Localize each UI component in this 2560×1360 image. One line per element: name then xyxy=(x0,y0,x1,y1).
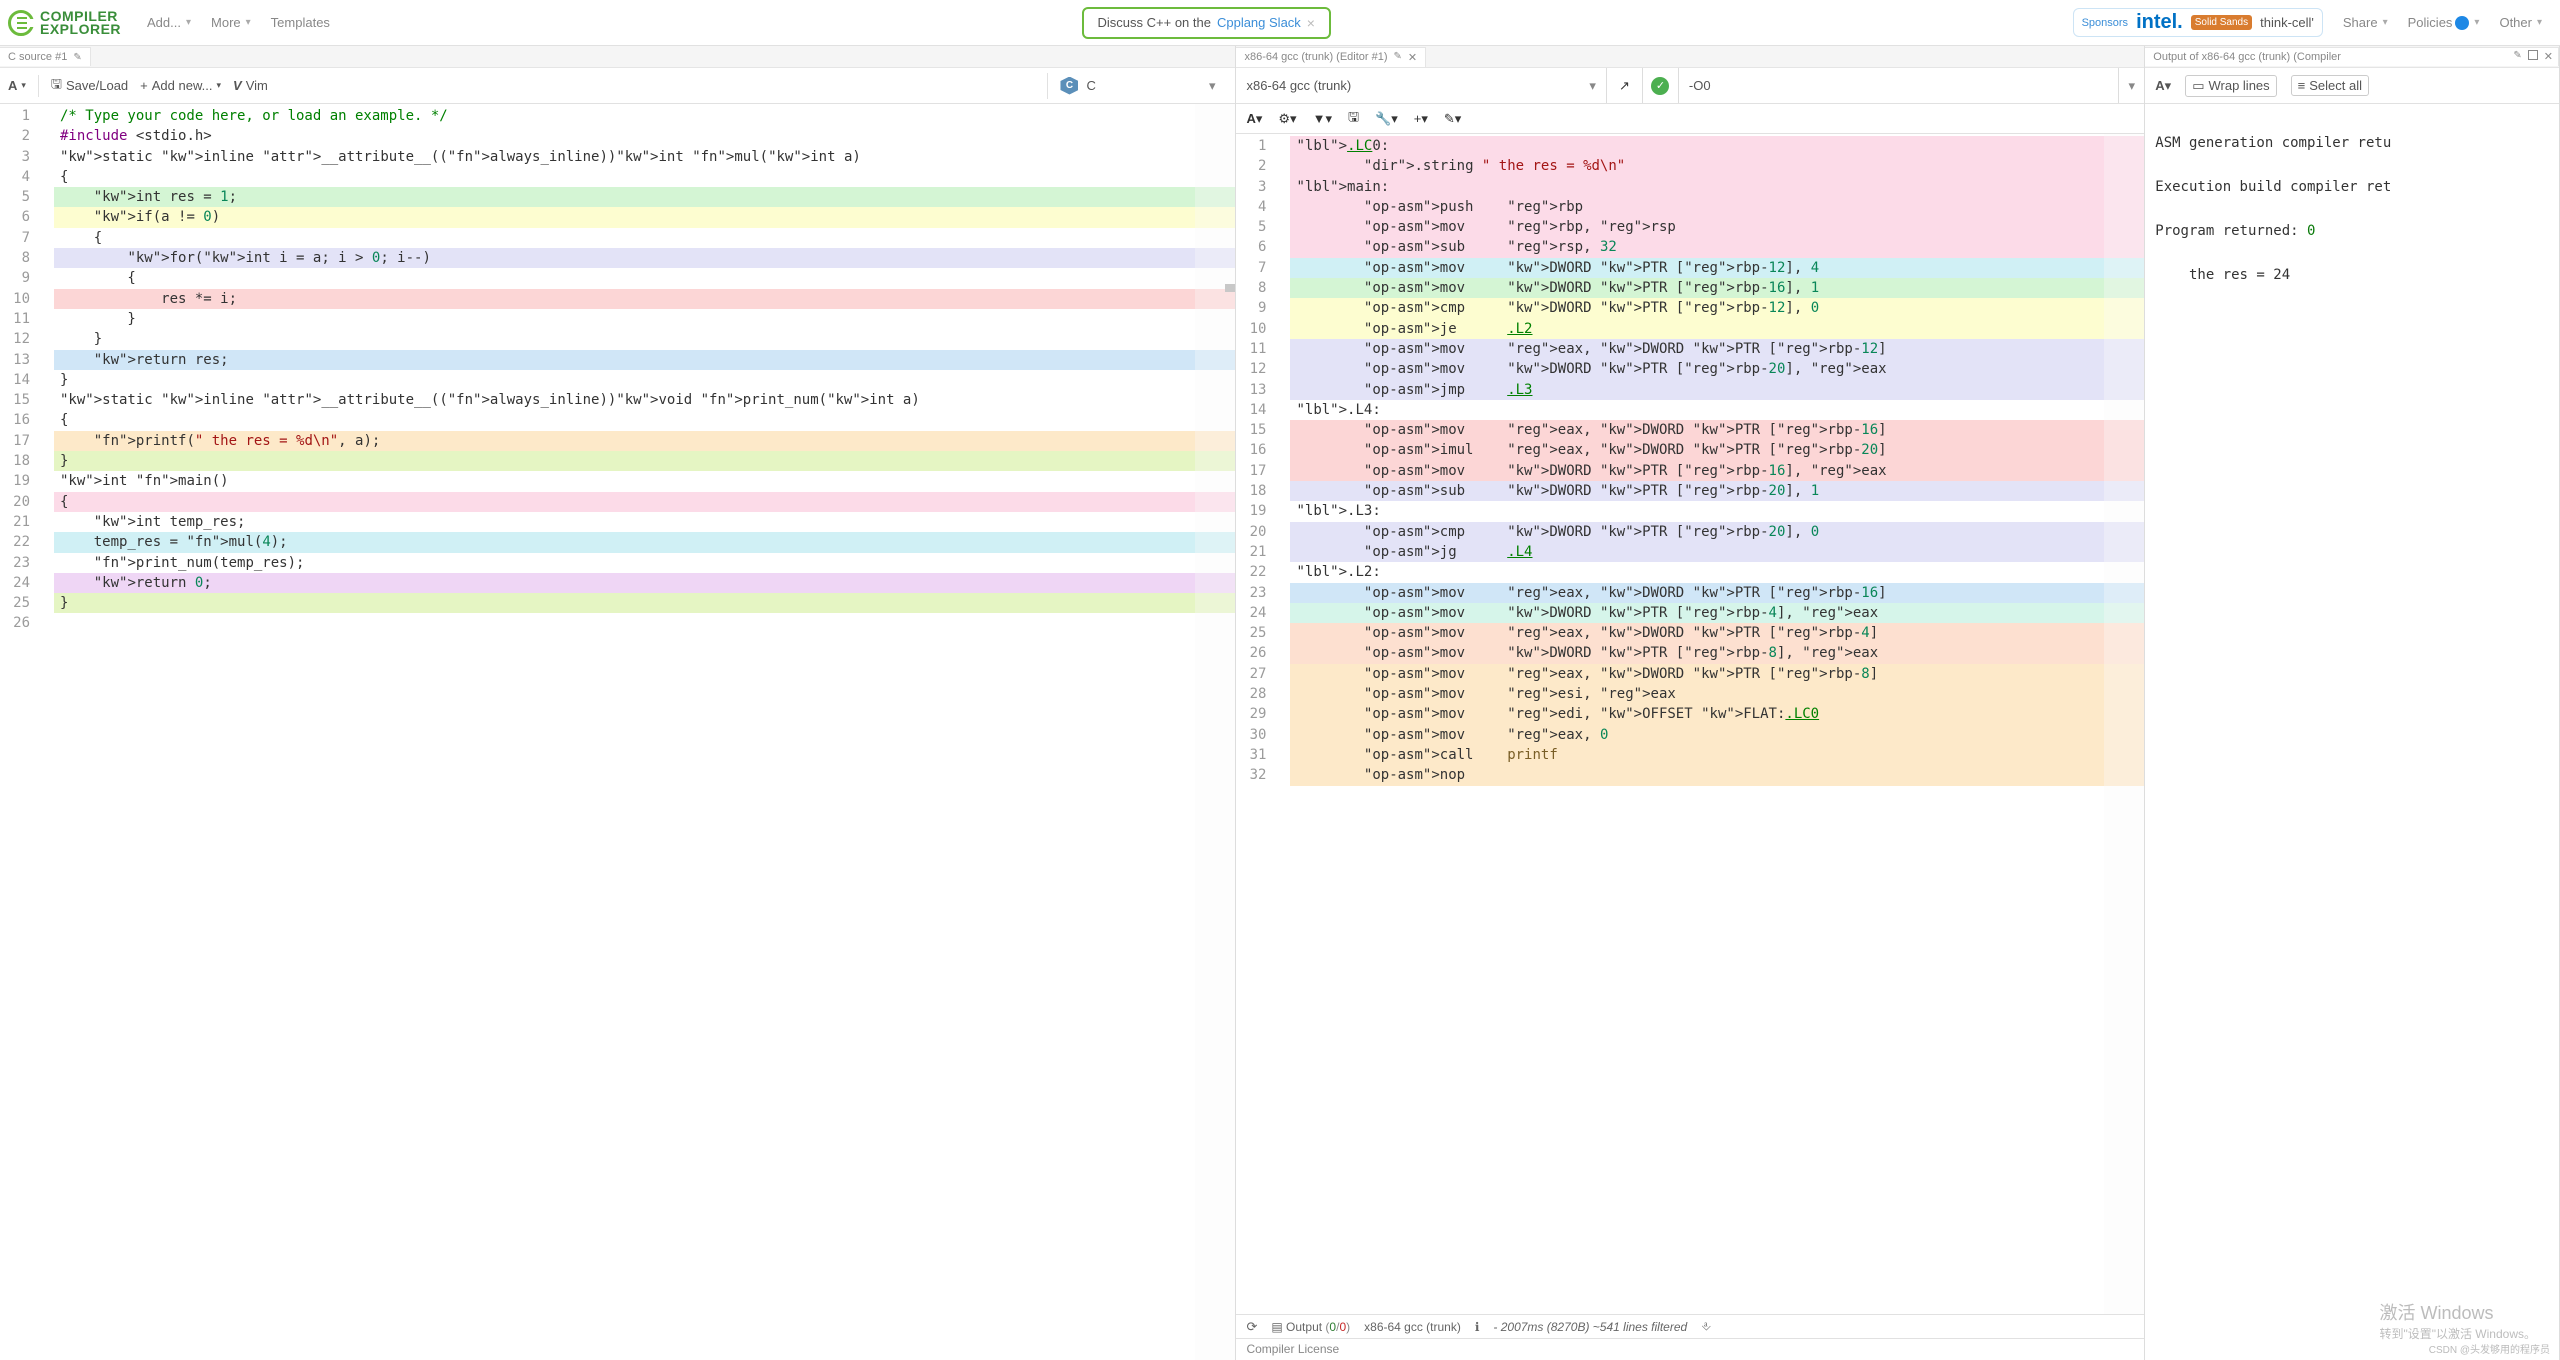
output-line: ASM generation compiler retu xyxy=(2155,132,2549,154)
options-dropdown[interactable]: ▾ xyxy=(2118,68,2144,103)
popout-button[interactable]: ↗ xyxy=(1607,68,1643,103)
sponsor-solidsands: Solid Sands xyxy=(2191,15,2252,30)
logo-text: COMPILEREXPLORER xyxy=(40,10,121,35)
font-button[interactable]: A▾ xyxy=(1246,111,1262,127)
save-icon[interactable]: 🖫 xyxy=(1348,108,1359,130)
wrap-icon: ▭ xyxy=(2192,78,2204,94)
save-load-button[interactable]: 🖫Save/Load xyxy=(51,75,128,97)
nav-more[interactable]: More xyxy=(201,11,261,34)
add-icon[interactable]: +▾ xyxy=(1414,111,1428,127)
logo-icon xyxy=(8,10,34,36)
asm-icon-toolbar: A▾ ⚙▾ ▼▾ 🖫 🔧▾ +▾ ✎▾ xyxy=(1236,104,2144,134)
compile-status: ✓ xyxy=(1643,68,1679,103)
list-icon: ≡ xyxy=(2298,78,2306,93)
edit-icon[interactable]: ✎ xyxy=(73,52,81,63)
asm-code[interactable]: "lbl">.LC0: "dir">.string " the res = %d… xyxy=(1290,134,2144,786)
banner-link[interactable]: Cpplang Slack xyxy=(1217,15,1301,30)
save-icon: 🖫 xyxy=(51,75,62,97)
compiler-options-input[interactable] xyxy=(1679,68,2118,103)
compiler-select[interactable]: x86-64 gcc (trunk) ▾ xyxy=(1236,68,1606,103)
asm-tab-title: x86-64 gcc (trunk) (Editor #1) xyxy=(1244,51,1387,63)
output-tab[interactable]: Output of x86-64 gcc (trunk) (Compiler xyxy=(2145,47,2559,66)
output-button[interactable]: ▤ Output (0/0) xyxy=(1271,1320,1350,1334)
wrap-lines-toggle[interactable]: ▭Wrap lines xyxy=(2185,75,2276,97)
asm-tab[interactable]: x86-64 gcc (trunk) (Editor #1) ✎ ✕ xyxy=(1236,47,1426,67)
output-tab-title: Output of x86-64 gcc (trunk) (Compiler xyxy=(2153,51,2341,63)
csdn-watermark: CSDN @头发够用的程序员 xyxy=(2429,1341,2550,1356)
filter-icon[interactable]: ▼▾ xyxy=(1313,111,1332,127)
asm-tabbar: x86-64 gcc (trunk) (Editor #1) ✎ ✕ xyxy=(1236,46,2144,68)
output-tabbar: Output of x86-64 gcc (trunk) (Compiler ✎… xyxy=(2145,46,2559,68)
close-icon[interactable]: ✕ xyxy=(2544,50,2553,63)
minimap[interactable] xyxy=(2104,134,2144,1314)
asm-editor[interactable]: 1234567891011121314151617181920212223242… xyxy=(1236,134,2144,1314)
language-name: C xyxy=(1086,78,1095,93)
chevron-down-icon: ▾ xyxy=(1209,78,1216,94)
sponsors[interactable]: Sponsors intel. Solid Sands think-cell' xyxy=(2073,8,2323,37)
source-tab[interactable]: C source #1 ✎ xyxy=(0,47,91,66)
banner-close-icon[interactable]: × xyxy=(1307,15,1315,31)
source-toolbar: A▾ 🖫Save/Load +Add new...▾ VVim C C ▾ xyxy=(0,68,1235,104)
compiler-toolbar: x86-64 gcc (trunk) ▾ ↗ ✓ ▾ xyxy=(1236,68,2144,104)
output-line: the res = 24 xyxy=(2155,264,2549,286)
topbar: COMPILEREXPLORER Add... More Templates D… xyxy=(0,0,2560,46)
source-pane: C source #1 ✎ A▾ 🖫Save/Load +Add new...▾… xyxy=(0,46,1236,1360)
sponsors-label: Sponsors xyxy=(2082,17,2128,29)
info-icon[interactable]: ℹ xyxy=(1475,1320,1480,1334)
vim-icon: V xyxy=(233,78,242,93)
edit-icon[interactable]: ✎ xyxy=(1394,51,1402,64)
compiler-name: x86-64 gcc (trunk) xyxy=(1246,78,1351,93)
asm-gutter: 1234567891011121314151617181920212223242… xyxy=(1236,134,1284,786)
nav-templates[interactable]: Templates xyxy=(261,11,340,34)
plus-icon: + xyxy=(140,78,148,93)
source-tab-title: C source #1 xyxy=(8,51,67,63)
source-gutter: 1234567891011121314151617181920212223242… xyxy=(0,104,48,634)
add-new-button[interactable]: +Add new...▾ xyxy=(140,78,221,93)
language-select[interactable]: C C ▾ xyxy=(1047,73,1227,99)
refresh-icon[interactable]: ⟳ xyxy=(1246,1319,1257,1335)
nav-policies[interactable]: Policies xyxy=(2398,11,2490,34)
vim-button[interactable]: VVim xyxy=(233,78,268,93)
output-line: Program returned: 0 xyxy=(2155,220,2549,242)
c-lang-icon: C xyxy=(1060,77,1078,95)
banner-text: Discuss C++ on the xyxy=(1098,15,1211,30)
asm-bottom-bar: ⟳ ▤ Output (0/0) x86-64 gcc (trunk) ℹ - … xyxy=(1236,1314,2144,1338)
output-toolbar: A▾ ▭Wrap lines ≡Select all xyxy=(2145,68,2559,104)
scroll-marker[interactable] xyxy=(1225,284,1235,292)
sponsor-intel: intel. xyxy=(2136,11,2183,34)
nav-other[interactable]: Other xyxy=(2489,11,2552,34)
banner: Discuss C++ on the Cpplang Slack × xyxy=(1082,7,1331,39)
font-button[interactable]: A▾ xyxy=(2155,78,2171,94)
output-line: Execution build compiler ret xyxy=(2155,176,2549,198)
asm-pane: x86-64 gcc (trunk) (Editor #1) ✎ ✕ x86-6… xyxy=(1236,46,2145,1360)
wrench-icon[interactable]: 🔧▾ xyxy=(1375,111,1398,127)
bell-icon xyxy=(2455,16,2469,30)
logo[interactable]: COMPILEREXPLORER xyxy=(8,10,121,36)
edit-icon[interactable]: ✎ xyxy=(2513,50,2521,63)
compiler-label: x86-64 gcc (trunk) xyxy=(1364,1320,1461,1334)
source-code[interactable]: /* Type your code here, or load an examp… xyxy=(54,104,1235,634)
chart-icon[interactable]: ⎀ xyxy=(1701,1319,1711,1334)
maximize-icon[interactable] xyxy=(2528,50,2538,60)
output-body[interactable]: ASM generation compiler retu Execution b… xyxy=(2145,104,2559,1360)
close-icon[interactable]: ✕ xyxy=(1408,51,1417,64)
right-nav: Share Policies Other xyxy=(2333,11,2552,34)
font-button[interactable]: A▾ xyxy=(8,78,26,93)
source-editor[interactable]: 1234567891011121314151617181920212223242… xyxy=(0,104,1235,1360)
select-all-button[interactable]: ≡Select all xyxy=(2291,75,2369,96)
source-tabbar: C source #1 ✎ xyxy=(0,46,1235,68)
license-bar[interactable]: Compiler License xyxy=(1236,1338,2144,1360)
sponsor-thinkcell: think-cell' xyxy=(2260,15,2314,30)
nav-share[interactable]: Share xyxy=(2333,11,2398,34)
external-link-icon: ↗ xyxy=(1619,78,1630,94)
gear-icon[interactable]: ⚙▾ xyxy=(1278,111,1296,127)
output-pane: Output of x86-64 gcc (trunk) (Compiler ✎… xyxy=(2145,46,2560,1360)
minimap[interactable] xyxy=(1195,104,1235,1360)
check-icon: ✓ xyxy=(1651,77,1669,95)
chevron-down-icon: ▾ xyxy=(1589,78,1596,94)
pencil-icon[interactable]: ✎▾ xyxy=(1444,111,1461,127)
compile-stats: - 2007ms (8270B) ~541 lines filtered xyxy=(1493,1320,1687,1334)
nav-add[interactable]: Add... xyxy=(137,11,201,34)
